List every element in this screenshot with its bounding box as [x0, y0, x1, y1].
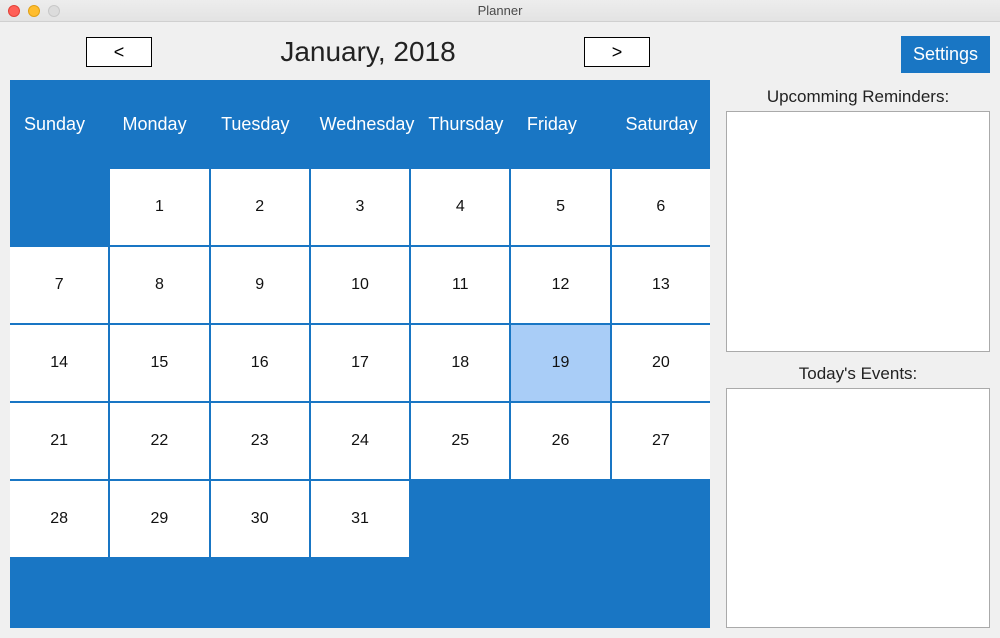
day-cell[interactable]: 15	[110, 325, 208, 401]
reminders-panel[interactable]	[726, 111, 990, 352]
day-cell[interactable]: 14	[10, 325, 108, 401]
day-cell[interactable]: 21	[10, 403, 108, 479]
window-title: Planner	[8, 3, 992, 18]
day-cell[interactable]: 26	[511, 403, 609, 479]
day-cell[interactable]: 5	[511, 169, 609, 245]
maximize-window-button[interactable]	[48, 5, 60, 17]
day-of-week-header: Saturday	[611, 80, 710, 169]
day-cell[interactable]: 13	[612, 247, 710, 323]
events-label: Today's Events:	[726, 364, 990, 384]
calendar-grid: SundayMondayTuesdayWednesdayThursdayFrid…	[10, 80, 710, 628]
empty-day-cell	[612, 481, 710, 557]
day-cell[interactable]: 23	[211, 403, 309, 479]
events-panel[interactable]	[726, 388, 990, 629]
day-of-week-header: Sunday	[10, 80, 109, 169]
day-cell[interactable]: 28	[10, 481, 108, 557]
empty-day-cell	[10, 169, 108, 245]
day-cell[interactable]: 19	[511, 325, 609, 401]
close-window-button[interactable]	[8, 5, 20, 17]
day-of-week-header: Wednesday	[306, 80, 415, 169]
settings-button[interactable]: Settings	[901, 36, 990, 73]
day-of-week-header: Tuesday	[207, 80, 306, 169]
day-cell[interactable]: 2	[211, 169, 309, 245]
minimize-window-button[interactable]	[28, 5, 40, 17]
empty-day-cell	[411, 481, 509, 557]
reminders-label: Upcomming Reminders:	[726, 87, 990, 107]
day-cell[interactable]: 6	[612, 169, 710, 245]
day-cell[interactable]: 17	[311, 325, 409, 401]
day-cell[interactable]: 8	[110, 247, 208, 323]
day-cell[interactable]: 3	[311, 169, 409, 245]
day-cell[interactable]: 30	[211, 481, 309, 557]
day-of-week-header: Friday	[513, 80, 612, 169]
day-of-week-header: Monday	[109, 80, 208, 169]
day-cell[interactable]: 24	[311, 403, 409, 479]
day-cell[interactable]: 12	[511, 247, 609, 323]
empty-day-cell	[511, 481, 609, 557]
day-cell[interactable]: 9	[211, 247, 309, 323]
day-cell[interactable]: 31	[311, 481, 409, 557]
day-cell[interactable]: 27	[612, 403, 710, 479]
window-controls	[8, 5, 60, 17]
month-year-label: January, 2018	[280, 36, 455, 68]
day-cell[interactable]: 18	[411, 325, 509, 401]
day-cell[interactable]: 1	[110, 169, 208, 245]
day-cell[interactable]: 25	[411, 403, 509, 479]
day-cell[interactable]: 7	[10, 247, 108, 323]
day-cell[interactable]: 16	[211, 325, 309, 401]
day-of-week-header: Thursday	[414, 80, 513, 169]
next-month-button[interactable]: >	[584, 37, 650, 67]
prev-month-button[interactable]: <	[86, 37, 152, 67]
day-cell[interactable]: 20	[612, 325, 710, 401]
day-cell[interactable]: 11	[411, 247, 509, 323]
day-cell[interactable]: 4	[411, 169, 509, 245]
day-cell[interactable]: 10	[311, 247, 409, 323]
day-cell[interactable]: 22	[110, 403, 208, 479]
window-titlebar: Planner	[0, 0, 1000, 22]
day-cell[interactable]: 29	[110, 481, 208, 557]
